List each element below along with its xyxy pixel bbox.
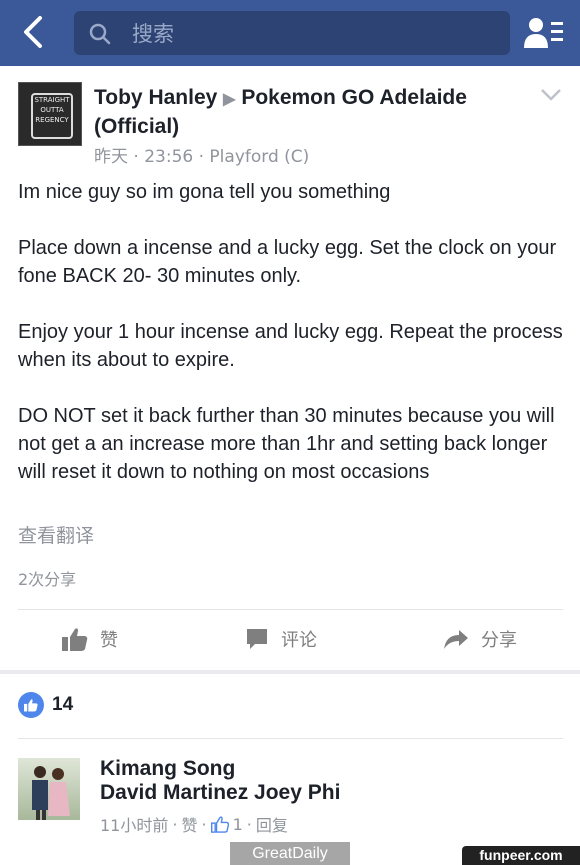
- comment-reply-button[interactable]: 回复: [256, 812, 288, 836]
- back-button[interactable]: [16, 12, 52, 52]
- post-location[interactable]: Playford (C): [209, 147, 309, 167]
- post-paragraph: Im nice guy so im gona tell you somethin…: [18, 181, 391, 203]
- search-icon: [89, 23, 111, 45]
- post-time[interactable]: 昨天 · 23:56: [94, 147, 193, 167]
- section-gap: [0, 670, 580, 674]
- thumbs-up-outline-icon: [210, 815, 229, 833]
- post-meta: 昨天 · 23:56 · Playford (C): [94, 147, 310, 167]
- comment-meta: 11小时前 · 赞 · 1 · 回复: [100, 812, 288, 836]
- chevron-left-icon: [24, 16, 42, 48]
- search-bar[interactable]: [74, 11, 510, 57]
- friend-requests-button[interactable]: [524, 16, 564, 55]
- share-label: 分享: [481, 630, 517, 651]
- couple-photo-icon: [32, 766, 70, 820]
- share-count[interactable]: 2次分享: [18, 566, 76, 590]
- comment-button[interactable]: 评论: [245, 626, 317, 652]
- share-arrow-icon: [444, 630, 468, 649]
- like-badge-icon: [18, 692, 44, 718]
- post-paragraph: Enjoy your 1 hour incense and lucky egg.…: [18, 321, 563, 371]
- reactions-summary[interactable]: 14: [18, 692, 73, 718]
- comment-like-count: 1: [232, 814, 243, 834]
- top-navigation-bar: [0, 0, 580, 66]
- see-translation-link[interactable]: 查看翻译: [18, 521, 94, 548]
- comment-icon: [247, 629, 267, 649]
- watermark-right: funpeer.com: [462, 846, 580, 865]
- watermark-left: GreatDaily: [230, 842, 350, 865]
- post-actions: 赞 评论 分享: [0, 612, 580, 670]
- post-options-button[interactable]: [540, 88, 562, 107]
- comment-tagged-names[interactable]: David Martinez Joey Phi: [100, 780, 340, 806]
- reaction-count: 14: [52, 694, 74, 715]
- triangle-right-icon: ▶: [223, 91, 236, 108]
- commenter-avatar[interactable]: [18, 758, 80, 820]
- post-paragraph: Place down a incense and a lucky egg. Se…: [18, 237, 557, 287]
- comment-like-button[interactable]: 赞: [181, 812, 197, 836]
- like-label: 赞: [100, 630, 118, 651]
- thumbs-up-icon: [62, 628, 88, 651]
- post-paragraph: DO NOT set it back further than 30 minut…: [18, 405, 555, 483]
- comment-label: 评论: [281, 630, 317, 651]
- post-author-line: Toby Hanley ▶ Pokemon GO Adelaide (Offic…: [94, 84, 514, 140]
- chevron-down-icon: [541, 89, 561, 101]
- search-input[interactable]: [130, 11, 494, 57]
- post-body: Im nice guy so im gona tell you somethin…: [18, 178, 563, 514]
- friends-icon: [524, 18, 563, 48]
- share-button[interactable]: 分享: [443, 626, 517, 652]
- avatar-logo: STRAIGHT OUTTA REGENCY: [31, 93, 73, 139]
- author-avatar[interactable]: STRAIGHT OUTTA REGENCY: [18, 82, 82, 146]
- divider: [18, 738, 563, 739]
- author-name[interactable]: Toby Hanley: [94, 86, 217, 109]
- divider: [18, 609, 563, 610]
- like-button[interactable]: 赞: [62, 626, 118, 652]
- comment-time: 11小时前: [100, 816, 169, 835]
- commenter-name[interactable]: Kimang Song: [100, 756, 235, 782]
